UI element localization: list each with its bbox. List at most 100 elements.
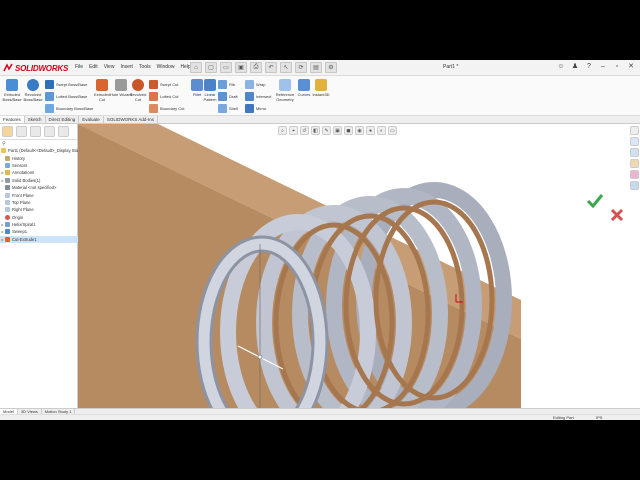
reference-geometry-icon (279, 79, 291, 91)
annotations-icon (5, 170, 10, 176)
swept-cut-icon (149, 80, 158, 89)
solid-bodies-icon (5, 177, 10, 183)
tree-item-label: Material <not specified> (12, 185, 57, 191)
intersect-button[interactable]: Intersect (245, 92, 271, 101)
tree-item-label: Top Plane (12, 199, 31, 205)
tree-item-top-plane[interactable]: Top Plane (0, 199, 78, 206)
user-icon[interactable]: ♟ (570, 62, 580, 70)
model-viewport (78, 124, 624, 408)
ok-check-icon[interactable] (586, 194, 604, 209)
menu-edit[interactable]: Edit (89, 64, 98, 70)
file-explorer-icon[interactable] (629, 159, 639, 168)
help-icon[interactable]: ? (584, 63, 594, 70)
feature-manager-tab-icon[interactable] (2, 126, 13, 137)
tree-item-right-plane[interactable]: Right Plane (0, 206, 78, 213)
display-manager-tab-icon[interactable] (58, 126, 69, 137)
custom-properties-icon[interactable] (629, 181, 639, 190)
status-mode: Editing Part (553, 415, 574, 420)
swept-boss-button[interactable]: Swept Boss/Base (45, 80, 87, 89)
wrap-button[interactable]: Wrap (245, 80, 265, 89)
brand-label: SOLIDWORKS (15, 63, 69, 73)
options-icon[interactable]: ⚙ (325, 62, 337, 73)
plane-icon (5, 207, 10, 213)
tab-direct-editing[interactable]: Direct Editing (46, 116, 80, 123)
minimize-icon[interactable]: – (598, 63, 608, 70)
menu-insert[interactable]: Insert (120, 64, 133, 70)
tree-item-cut-extrude[interactable]: ▸ Cut-Extrude1 (0, 235, 78, 244)
curves-icon (298, 79, 310, 91)
boundary-cut-button[interactable]: Boundary Cut (149, 104, 184, 113)
home-icon[interactable]: ⌂ (190, 62, 202, 73)
maximize-icon[interactable]: ▫ (612, 63, 622, 70)
manager-tabs (0, 124, 77, 140)
lofted-boss-button[interactable]: Lofted Boss/Base (45, 92, 87, 101)
dimxpert-tab-icon[interactable] (44, 126, 55, 137)
print-icon[interactable]: ⎙ (250, 62, 262, 73)
rib-button[interactable]: Rib (218, 80, 235, 89)
document-title: Part1 * (443, 64, 459, 70)
select-icon[interactable]: ↖ (280, 62, 292, 73)
graphics-area[interactable]: Part1 (Default<<Default>... ⌕ ⌖ ↺ ◧ ✎ ▣ … (78, 124, 640, 408)
plane-icon (5, 192, 10, 198)
lofted-cut-button[interactable]: Lofted Cut (149, 92, 178, 101)
smiley-icon[interactable]: ☺ (556, 63, 566, 70)
tab-features[interactable]: Features (0, 116, 25, 123)
menu-window[interactable]: Window (157, 64, 175, 70)
solidworks-logo[interactable]: SOLIDWORKS (3, 62, 68, 74)
property-manager-tab-icon[interactable] (16, 126, 27, 137)
revolved-boss-button[interactable]: Revolved Boss/Base (22, 79, 44, 102)
tree-item-origin[interactable]: Origin (0, 214, 78, 221)
tree-item-helix[interactable]: ▸ Helix/Spiral1 (0, 221, 78, 228)
tree-item-sensors[interactable]: Sensors (0, 162, 78, 169)
feature-manager-tree: ⚲ Part1 (Default<<Default>_Display Sta H… (0, 124, 78, 408)
tab-addins[interactable]: SOLIDWORKS Add-Ins (104, 116, 158, 123)
linear-pattern-icon (204, 79, 216, 91)
draft-button[interactable]: Draft (218, 92, 238, 101)
sweep-feature-icon (5, 229, 10, 235)
swept-cut-button[interactable]: Swept Cut (149, 80, 178, 89)
boundary-boss-button[interactable]: Boundary Boss/Base (45, 104, 93, 113)
configuration-manager-tab-icon[interactable] (30, 126, 41, 137)
menu-file[interactable]: File (75, 64, 83, 70)
undo-icon[interactable]: ↶ (265, 62, 277, 73)
design-library-icon[interactable] (629, 148, 639, 157)
revolved-cut-button[interactable]: Revolved Cut (127, 79, 149, 102)
tree-item-sweep[interactable]: ▸ Sweep1 (0, 228, 78, 235)
tree-item-material[interactable]: Material <not specified> (0, 184, 78, 191)
command-manager: Extruded Boss/Base Revolved Boss/Base Sw… (0, 76, 640, 116)
menu-view[interactable]: View (104, 64, 115, 70)
tree-item-front-plane[interactable]: Front Plane (0, 191, 78, 198)
tab-evaluate[interactable]: Evaluate (79, 116, 104, 123)
plane-icon (5, 199, 10, 205)
close-icon[interactable]: ✕ (626, 62, 636, 70)
tree-item-label: Helix/Spiral1 (12, 222, 36, 228)
menu-tools[interactable]: Tools (139, 64, 151, 70)
cancel-x-icon[interactable] (610, 208, 624, 222)
save-icon[interactable]: ▣ (235, 62, 247, 73)
rebuild-icon[interactable]: ⟳ (295, 62, 307, 73)
home-pane-icon[interactable] (629, 126, 639, 135)
tree-item-history[interactable]: History (0, 154, 78, 161)
new-document-icon[interactable]: ▢ (205, 62, 217, 73)
instant3d-button[interactable]: Instant3D (310, 79, 332, 97)
history-icon (5, 155, 10, 161)
tree-item-label: Origin (12, 214, 24, 220)
tree-item-solid-bodies[interactable]: ▸ Solid Bodies(1) (0, 177, 78, 184)
tree-item-annotations[interactable]: ▸ Annotations (0, 169, 78, 176)
extruded-boss-button[interactable]: Extruded Boss/Base (1, 79, 23, 102)
solidworks-window: SOLIDWORKS File Edit View Insert Tools W… (0, 60, 640, 420)
mirror-button[interactable]: Mirror (245, 104, 266, 113)
part-icon (1, 148, 7, 154)
appearances-icon[interactable] (629, 170, 639, 179)
instant3d-icon (315, 79, 327, 91)
revolved-cut-icon (132, 79, 144, 91)
shell-button[interactable]: Shell (218, 104, 238, 113)
file-properties-icon[interactable]: ▤ (310, 62, 322, 73)
tree-root[interactable]: Part1 (Default<<Default>_Display Sta (0, 147, 78, 154)
status-bar: Editing Part IPS (0, 414, 640, 420)
status-units[interactable]: IPS (596, 415, 602, 420)
resources-icon[interactable] (629, 137, 639, 146)
feature-tree-list: Part1 (Default<<Default>_Display Sta His… (0, 147, 78, 244)
tab-sketch[interactable]: Sketch (25, 116, 46, 123)
open-icon[interactable]: ▭ (220, 62, 232, 73)
